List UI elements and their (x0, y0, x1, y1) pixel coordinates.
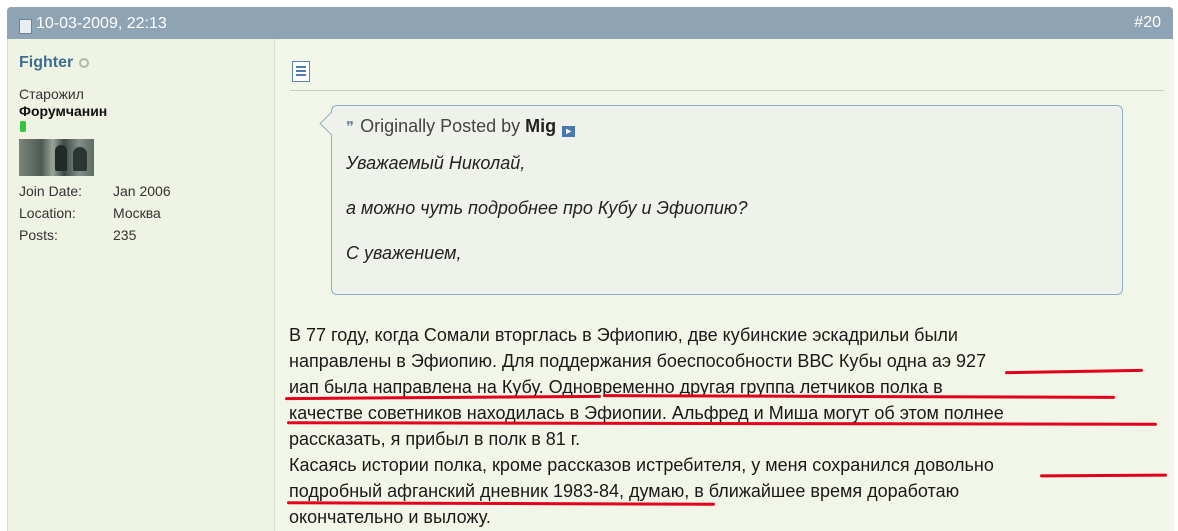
avatar[interactable] (19, 139, 94, 176)
message-line: В 77 году, когда Сомали вторглась в Эфио… (289, 325, 958, 345)
message-line: окончательно и выложу. (289, 507, 491, 527)
message-text: В 77 году, когда Сомали вторглась в Эфио… (289, 322, 1169, 530)
post-number-link[interactable]: #20 (1134, 14, 1161, 32)
location-value: Москва (113, 205, 161, 221)
user-rank: Форумчанин (19, 103, 108, 119)
view-post-icon[interactable]: ► (562, 126, 576, 137)
quote-line: а можно чуть подробнее про Кубу и Эфиопи… (346, 198, 748, 218)
message-line: подробный афганский дневник 1983-84, дум… (289, 481, 960, 501)
avatar-figure (73, 147, 87, 171)
quote-line: С уважением, (346, 243, 462, 263)
quote-icon: ❞ (346, 119, 355, 136)
join-date-label: Join Date: (19, 183, 83, 199)
avatar-figure (55, 145, 67, 171)
quote-header: ❞ Originally Posted by Mig ► (346, 116, 576, 137)
offline-status-icon (79, 58, 89, 68)
posts-value: 235 (113, 227, 137, 243)
location-label: Location: (19, 205, 76, 221)
message-line: рассказать, я прибыл в полк в 81 г. (289, 429, 581, 449)
post-content: ❞ Originally Posted by Mig ► Уважаемый Ник… (275, 39, 1174, 531)
join-date-value: Jan 2006 (113, 183, 171, 199)
quote-block: ❞ Originally Posted by Mig ► Уважаемый Ник… (319, 105, 1123, 295)
posts-label: Posts: (19, 227, 58, 243)
post-date: 10-03-2009, 22:13 (36, 15, 167, 32)
document-icon (292, 61, 310, 82)
username-link[interactable]: Fighter (19, 54, 73, 72)
reputation-icon[interactable] (20, 121, 26, 132)
divider (290, 90, 1164, 91)
message-line: Касаясь истории полка, кроме рассказов и… (289, 455, 994, 475)
quote-prefix: Originally Posted by (360, 116, 521, 136)
post-body: Fighter Старожил Форумчанин Join Date: J… (7, 39, 1174, 531)
user-info-panel: Fighter Старожил Форумчанин Join Date: J… (8, 39, 275, 531)
user-title: Старожил (19, 86, 84, 102)
post-header: 10-03-2009, 22:13 #20 (7, 7, 1173, 39)
quote-pointer (319, 111, 344, 136)
post-date-icon (19, 19, 32, 34)
quote-line: Уважаемый Николай, (346, 153, 526, 173)
quote-author: Mig (525, 116, 557, 136)
